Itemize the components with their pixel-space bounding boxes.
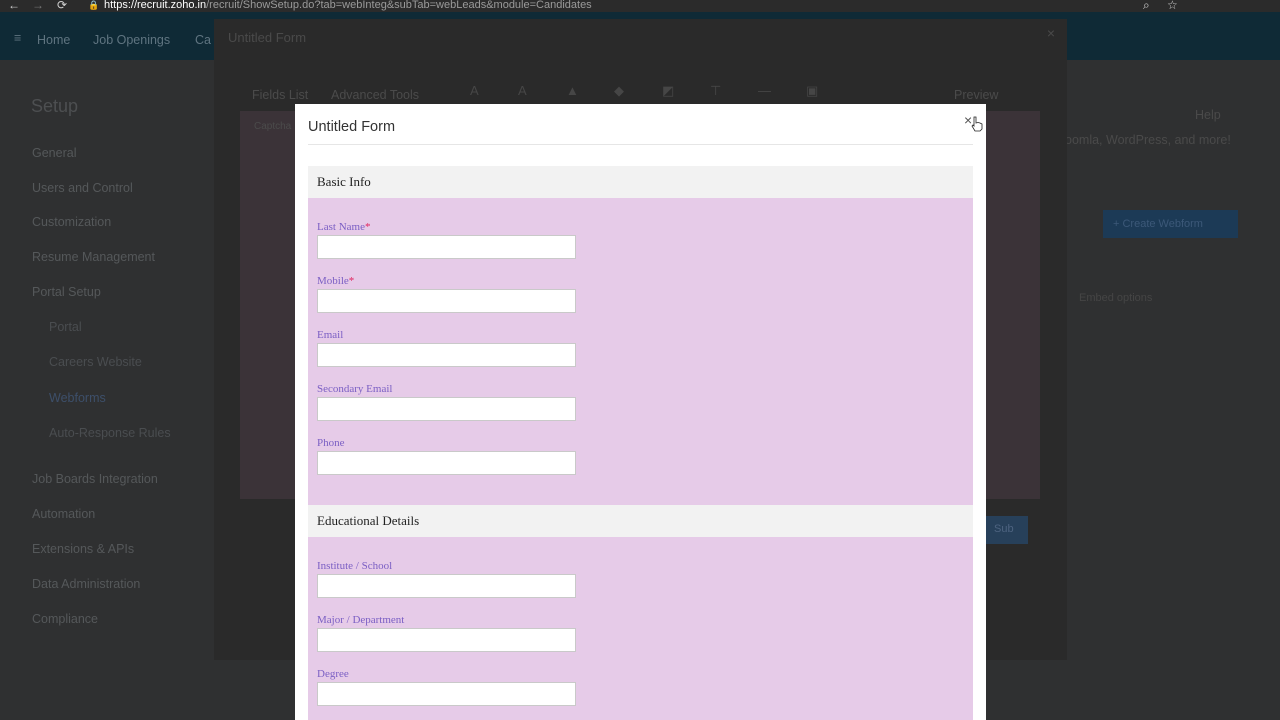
hand-cursor-icon	[971, 116, 983, 132]
field-label-last-name: Last Name*	[317, 221, 371, 233]
field-label-email: Email	[317, 329, 344, 341]
forward-icon[interactable]: →	[32, 0, 44, 12]
menu-icon[interactable]: ≡	[14, 31, 21, 45]
integration-text: oomla, WordPress, and more!	[1065, 133, 1231, 147]
section-body-educational-details: Institute / School Major / Department De…	[308, 537, 973, 720]
sidebar-item-portal-setup[interactable]: Portal Setup	[32, 285, 101, 299]
sidebar-item-careers[interactable]: Careers Website	[49, 355, 142, 369]
sidebar-item-portal[interactable]: Portal	[49, 320, 82, 334]
sidebar-item-automation[interactable]: Automation	[32, 507, 95, 521]
tab-advanced-tools[interactable]: Advanced Tools	[331, 88, 419, 102]
help-link[interactable]: Help	[1195, 108, 1221, 122]
sidebar-item-compliance[interactable]: Compliance	[32, 612, 98, 626]
mobile-field[interactable]	[317, 289, 576, 313]
embed-options[interactable]: Embed options	[1079, 292, 1152, 304]
field-label-degree: Degree	[317, 668, 349, 680]
submit-button[interactable]: Sub	[986, 516, 1028, 544]
section-heading: Basic Info	[317, 174, 371, 189]
modal-title: Untitled Form	[308, 119, 396, 135]
major-field[interactable]	[317, 628, 576, 652]
sidebar-item-auto-response[interactable]: Auto-Response Rules	[49, 426, 171, 440]
field-label-phone: Phone	[317, 437, 345, 449]
image-icon[interactable]: ▣	[806, 83, 818, 99]
nav-candidates[interactable]: Ca	[195, 33, 211, 47]
align-top-icon[interactable]: ⊤	[710, 83, 721, 99]
sidebar-item-resume[interactable]: Resume Management	[32, 250, 155, 264]
secondary-email-field[interactable]	[317, 397, 576, 421]
fill-icon[interactable]: ◆	[614, 83, 624, 99]
browser-toolbar: ← → ⟳ 🔒 https://recruit.zoho.in/recruit/…	[0, 0, 1280, 12]
sidebar-item-general[interactable]: General	[32, 146, 76, 160]
sidebar-item-data-admin[interactable]: Data Administration	[32, 577, 140, 591]
nav-home[interactable]: Home	[37, 33, 70, 47]
preview-button[interactable]: Preview	[954, 88, 998, 102]
form-builder-close-icon[interactable]: ×	[1047, 25, 1055, 41]
url-host: https://recruit.zoho.in	[104, 0, 207, 11]
required-marker: *	[348, 275, 355, 287]
tab-fields-list[interactable]: Fields List	[252, 88, 308, 102]
form-builder-title: Untitled Form	[228, 30, 307, 45]
divider	[308, 144, 973, 145]
section-educational-details: Educational Details	[308, 505, 973, 537]
url-path: /recruit/ShowSetup.do?tab=webInteg&subTa…	[206, 0, 592, 11]
font-size-icon[interactable]: A	[518, 83, 527, 98]
section-heading: Educational Details	[317, 513, 420, 528]
create-webform-button[interactable]: + Create Webform	[1103, 210, 1238, 238]
font-icon[interactable]: A	[470, 83, 479, 98]
required-marker: *	[364, 221, 371, 233]
text-color-icon[interactable]: ▲	[566, 83, 579, 98]
field-label-mobile: Mobile*	[317, 275, 355, 287]
nav-job-openings[interactable]: Job Openings	[93, 33, 170, 47]
sidebar-item-extensions[interactable]: Extensions & APIs	[32, 542, 134, 556]
divider-icon[interactable]: —	[758, 83, 771, 98]
field-label-institute: Institute / School	[317, 560, 393, 572]
lock-icon: 🔒	[88, 0, 100, 10]
email-field[interactable]	[317, 343, 576, 367]
preview-modal: Untitled Form × Basic Info Last Name* Mo…	[295, 104, 986, 720]
captcha-label: Captcha	[254, 121, 292, 132]
sidebar-item-webforms[interactable]: Webforms	[49, 391, 106, 405]
format-icon[interactable]: ◩	[662, 83, 674, 99]
reload-icon[interactable]: ⟳	[57, 0, 67, 12]
sidebar-item-customization[interactable]: Customization	[32, 215, 111, 229]
setup-title: Setup	[31, 96, 79, 116]
address-bar[interactable]: https://recruit.zoho.in/recruit/ShowSetu…	[104, 0, 592, 11]
section-body-basic-info: Last Name* Mobile* Email Secondary Email…	[308, 198, 973, 505]
phone-field[interactable]	[317, 451, 576, 475]
field-label-major: Major / Department	[317, 614, 405, 626]
last-name-field[interactable]	[317, 235, 576, 259]
back-icon[interactable]: ←	[8, 0, 20, 12]
institute-field[interactable]	[317, 574, 576, 598]
sidebar-item-job-boards[interactable]: Job Boards Integration	[32, 472, 158, 486]
degree-field[interactable]	[317, 682, 576, 706]
section-basic-info: Basic Info	[308, 166, 973, 198]
star-icon[interactable]: ☆	[1167, 0, 1178, 12]
field-label-secondary-email: Secondary Email	[317, 383, 393, 395]
sidebar-item-users[interactable]: Users and Control	[32, 181, 133, 195]
